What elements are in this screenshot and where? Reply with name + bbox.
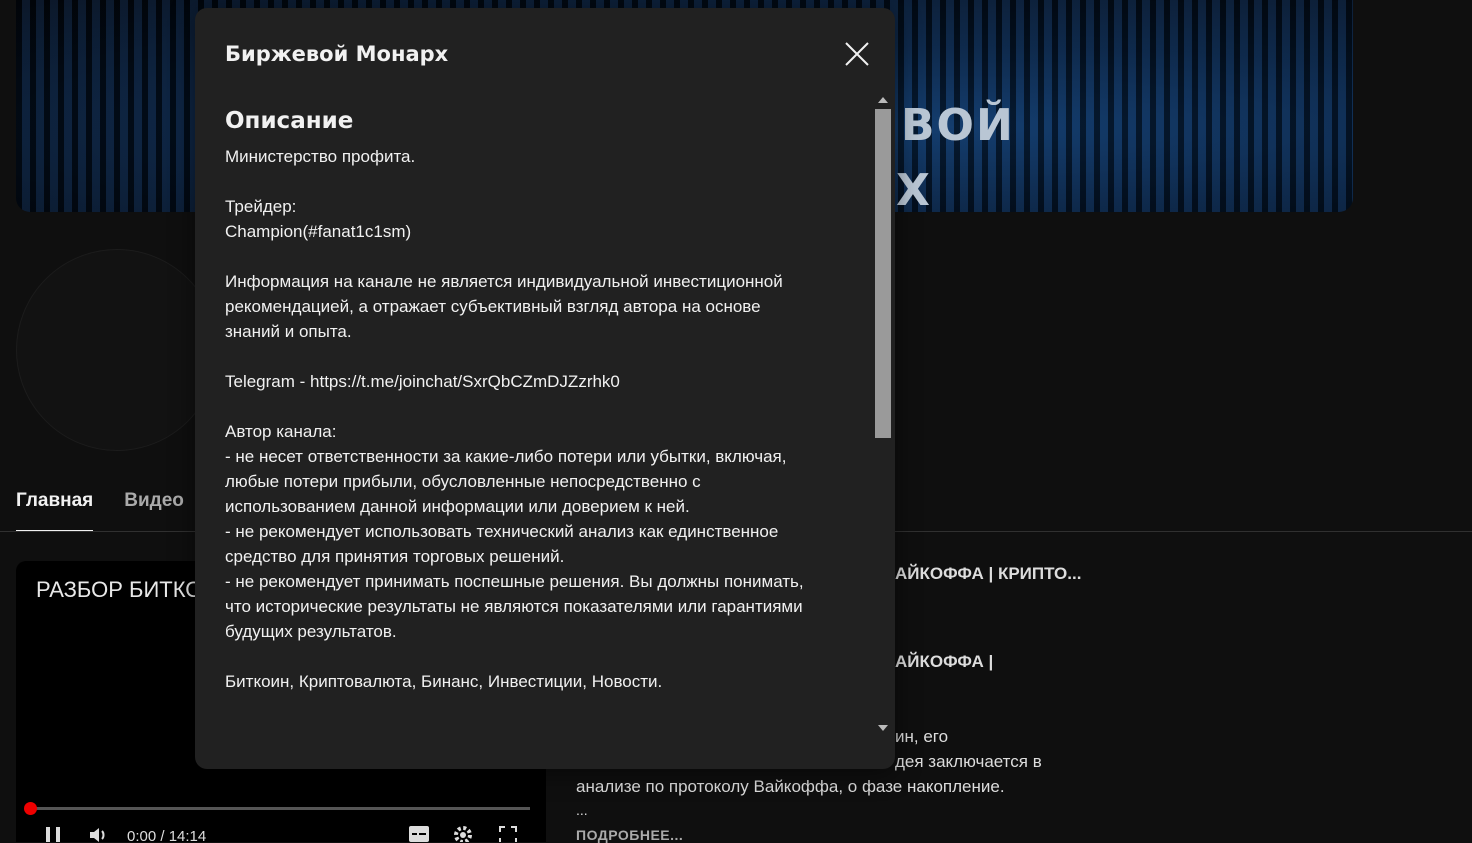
- scroll-down-arrow[interactable]: [878, 725, 888, 731]
- side-desc-line-1: ин, его: [895, 727, 949, 746]
- banner-text-2: Х: [896, 165, 932, 212]
- description-heading: Описание: [225, 108, 354, 134]
- scroll-up-arrow[interactable]: [878, 97, 888, 103]
- side-video-title-1[interactable]: АЙКОФФА | КРИПТО...: [895, 564, 1081, 584]
- gear-icon[interactable]: [453, 825, 473, 842]
- scroll-thumb[interactable]: [875, 109, 891, 438]
- tab-videos[interactable]: Видео: [124, 484, 184, 530]
- side-desc-ellipsis: ...: [576, 802, 588, 818]
- fullscreen-icon[interactable]: [498, 825, 518, 842]
- subtitles-icon[interactable]: [408, 825, 430, 842]
- progress-bar[interactable]: [30, 807, 530, 810]
- progress-scrubber[interactable]: [24, 802, 37, 815]
- tab-home[interactable]: Главная: [16, 484, 94, 532]
- channel-tabs: Главная Видео: [16, 484, 184, 532]
- side-desc-line-2: дея заключается в: [895, 752, 1042, 771]
- banner-text-1: ВОЙ: [901, 100, 1015, 151]
- dialog-scrollbar[interactable]: [873, 94, 893, 744]
- side-desc-line-3: анализе по протоколу Вайкоффа, о фазе на…: [576, 777, 1005, 796]
- side-video-title-2[interactable]: АЙКОФФА |: [895, 652, 993, 672]
- description-paragraph: Автор канала: - не несет ответственности…: [225, 422, 804, 641]
- telegram-link[interactable]: Telegram - https://t.me/joinchat/SxrQbCZ…: [225, 369, 845, 394]
- time-readout: 0:00 / 14:14: [127, 828, 207, 842]
- video-title[interactable]: РАЗБОР БИТКО: [36, 577, 202, 603]
- dialog-body: Описание Министерство профита. Трейдер: …: [225, 108, 845, 738]
- volume-icon[interactable]: [88, 825, 108, 842]
- description-paragraph: Министерство профита.: [225, 147, 416, 166]
- close-icon[interactable]: [841, 38, 873, 70]
- channel-avatar[interactable]: [16, 249, 218, 451]
- about-dialog: Биржевой Монарх Описание Министерство пр…: [195, 8, 895, 769]
- description-paragraph: Информация на канале не является индивид…: [225, 272, 783, 341]
- more-link[interactable]: ПОДРОБНЕЕ...: [576, 827, 683, 843]
- dialog-title: Биржевой Монарх: [225, 42, 449, 66]
- description-paragraph: Биткоин, Криптовалюта, Бинанс, Инвестици…: [225, 672, 663, 691]
- description-paragraph: Трейдер: Champion(#fanat1c1sm): [225, 197, 412, 241]
